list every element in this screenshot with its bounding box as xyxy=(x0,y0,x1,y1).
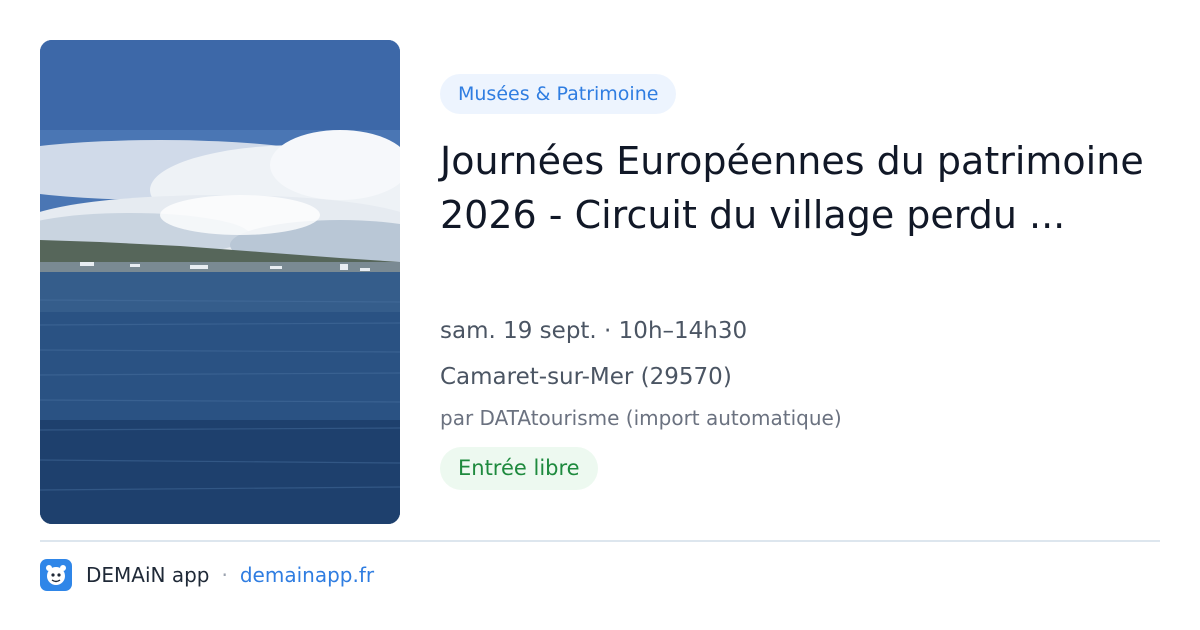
demain-app-logo-icon xyxy=(40,559,72,591)
price-badge: Entrée libre xyxy=(440,447,598,490)
event-preview-card[interactable]: Musées & Patrimoine Journées Européennes… xyxy=(0,0,1200,630)
footer: DEMAiN app · demainapp.fr xyxy=(40,558,374,592)
app-name: DEMAiN app xyxy=(86,563,210,587)
app-domain-link[interactable]: demainapp.fr xyxy=(240,563,374,587)
event-photo xyxy=(40,40,400,524)
event-date-time: sam. 19 sept. · 10h–14h30 xyxy=(440,318,748,344)
event-title[interactable]: Journées Européennes du patrimoine 2026 … xyxy=(440,134,1170,242)
event-location: Camaret-sur-Mer (29570) xyxy=(440,364,732,390)
category-badge[interactable]: Musées & Patrimoine xyxy=(440,74,677,114)
event-source: par DATAtourisme (import automatique) xyxy=(440,406,842,430)
divider xyxy=(40,540,1160,542)
footer-separator: · xyxy=(221,563,228,587)
